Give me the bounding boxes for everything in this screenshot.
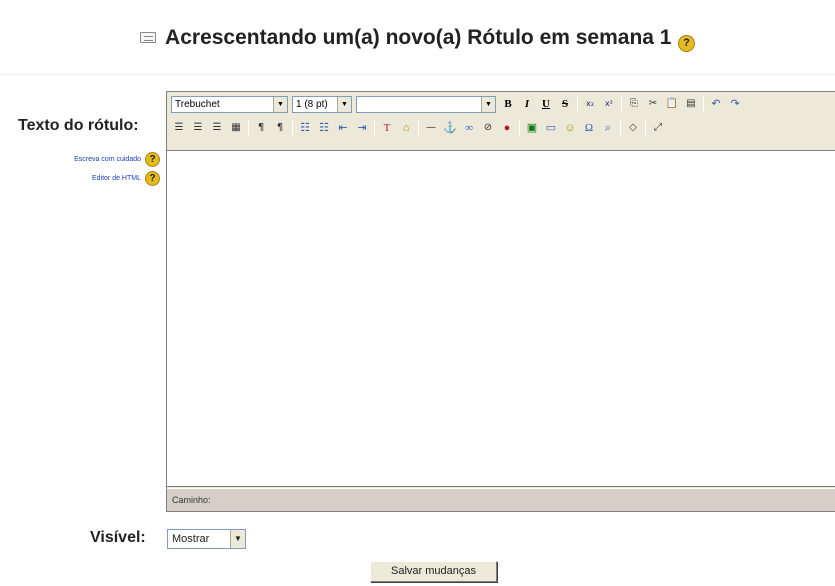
- editor-toolbar-row-2: ☰ ☰ ☰ ▦ ¶ ¶ ☷ ☷ ⇤ ⇥ T ⌂ — ⚓ ∞ ⊘ ● ▣ ▭ ☺ …: [171, 117, 669, 139]
- toolbar-separator: [248, 120, 249, 136]
- strikethrough-button[interactable]: S: [557, 96, 573, 112]
- html-editor: Trebuchet ▼ 1 (8 pt) ▼ ▼ B I U S x₂ x² ⎘ ✂…: [166, 91, 835, 512]
- editor-status-bar: Caminho:: [167, 488, 835, 511]
- save-changes-button[interactable]: Salvar mudanças: [370, 561, 497, 582]
- text-color-button[interactable]: T: [379, 120, 395, 136]
- bg-color-button[interactable]: ⌂: [398, 120, 414, 136]
- undo-button[interactable]: ↶: [708, 96, 724, 112]
- font-size-value: 1 (8 pt): [296, 98, 328, 110]
- toolbar-separator: [645, 120, 646, 136]
- font-family-select[interactable]: Trebuchet ▼: [171, 95, 288, 113]
- paste-word-button[interactable]: ▤: [683, 96, 699, 112]
- chevron-down-icon[interactable]: ▼: [337, 96, 351, 112]
- html-editor-link-text[interactable]: Editor de HTML: [92, 175, 141, 182]
- visible-select-value: Mostrar: [172, 533, 210, 545]
- visible-select[interactable]: Mostrar ▼: [167, 529, 246, 549]
- anchor-button[interactable]: ⚓: [442, 120, 458, 136]
- write-carefully-link[interactable]: Escreva com cuidado?: [36, 151, 160, 170]
- fullscreen-button[interactable]: ⤢: [650, 120, 666, 136]
- italic-button[interactable]: I: [519, 96, 535, 112]
- rtl-button[interactable]: ¶: [272, 120, 288, 136]
- paste-button[interactable]: 📋: [664, 96, 680, 112]
- horizontal-rule-button[interactable]: —: [423, 120, 439, 136]
- cut-button[interactable]: ✂: [645, 96, 661, 112]
- redo-button[interactable]: ↷: [727, 96, 743, 112]
- unordered-list-button[interactable]: ☷: [316, 120, 332, 136]
- editor-content-area[interactable]: [167, 150, 835, 487]
- special-char-button[interactable]: Ω: [581, 120, 597, 136]
- subscript-button[interactable]: x₂: [582, 96, 598, 112]
- underline-button[interactable]: U: [538, 96, 554, 112]
- toolbar-separator: [620, 120, 621, 136]
- html-editor-link[interactable]: Editor de HTML?: [36, 170, 160, 189]
- help-icon[interactable]: ?: [145, 151, 160, 167]
- link-button[interactable]: ∞: [461, 120, 477, 136]
- toolbar-separator: [374, 120, 375, 136]
- align-right-button[interactable]: ☰: [209, 120, 225, 136]
- chevron-down-icon[interactable]: ▼: [481, 96, 495, 112]
- smiley-button[interactable]: ☺: [562, 120, 578, 136]
- visible-label: Visível:: [90, 529, 146, 546]
- superscript-button[interactable]: x²: [601, 96, 617, 112]
- chevron-down-icon[interactable]: ▼: [230, 530, 245, 548]
- toolbar-separator: [703, 96, 704, 112]
- chevron-down-icon[interactable]: ▼: [273, 96, 287, 112]
- help-icon[interactable]: ?: [677, 35, 695, 52]
- font-size-select[interactable]: 1 (8 pt) ▼: [292, 95, 352, 113]
- align-center-button[interactable]: ☰: [190, 120, 206, 136]
- align-left-button[interactable]: ☰: [171, 120, 187, 136]
- paragraph-format-select[interactable]: ▼: [356, 95, 496, 113]
- toolbar-separator: [519, 120, 520, 136]
- label-icon: [140, 32, 157, 43]
- help-links: Escreva com cuidado? Editor de HTML?: [36, 151, 160, 189]
- search-replace-button[interactable]: ⌕: [600, 120, 616, 136]
- header-divider: [0, 74, 835, 75]
- ordered-list-button[interactable]: ☷: [297, 120, 313, 136]
- ltr-button[interactable]: ¶: [253, 120, 269, 136]
- font-family-value: Trebuchet: [175, 98, 220, 110]
- page-title: Acrescentando um(a) novo(a) Rótulo em se…: [165, 26, 672, 49]
- write-carefully-link-text[interactable]: Escreva com cuidado: [74, 156, 141, 163]
- help-icon[interactable]: ?: [145, 170, 160, 186]
- editor-toolbar-row-1: Trebuchet ▼ 1 (8 pt) ▼ ▼ B I U S x₂ x² ⎘ ✂…: [171, 93, 746, 115]
- label-text-field-label: Texto do rótulo:: [18, 117, 139, 134]
- page-heading: Acrescentando um(a) novo(a) Rótulo em se…: [0, 26, 835, 52]
- table-button[interactable]: ▭: [543, 120, 559, 136]
- justify-button[interactable]: ▦: [228, 120, 244, 136]
- outdent-button[interactable]: ⇤: [335, 120, 351, 136]
- toolbar-separator: [577, 96, 578, 112]
- html-source-button[interactable]: ◇: [625, 120, 641, 136]
- unlink-button[interactable]: ⊘: [480, 120, 496, 136]
- no-link-button[interactable]: ●: [499, 120, 515, 136]
- toolbar-separator: [621, 96, 622, 112]
- indent-button[interactable]: ⇥: [354, 120, 370, 136]
- image-button[interactable]: ▣: [524, 120, 540, 136]
- copy-button[interactable]: ⎘: [626, 96, 642, 112]
- toolbar-separator: [418, 120, 419, 136]
- bold-button[interactable]: B: [500, 96, 516, 112]
- toolbar-separator: [292, 120, 293, 136]
